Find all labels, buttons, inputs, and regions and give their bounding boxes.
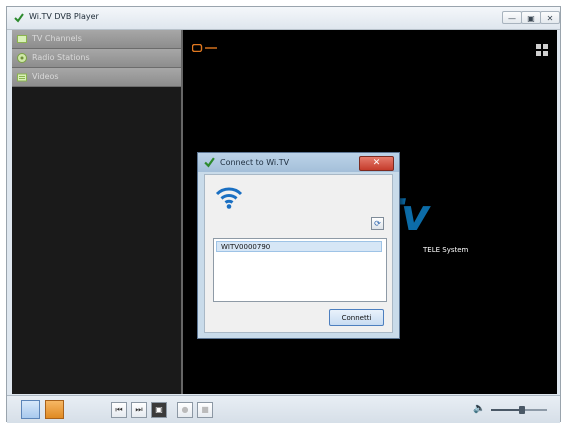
window-title: Wi.TV DVB Player — [29, 12, 99, 21]
dialog-title: Connect to Wi.TV — [220, 158, 290, 167]
connect-button[interactable]: Connetti — [329, 309, 384, 326]
close-button[interactable]: ✕ — [540, 11, 560, 24]
app-window: Wi.TV DVB Player — ▣ ✕ TV Channels Radio… — [6, 6, 561, 423]
wifi-icon — [215, 187, 243, 209]
sidebar-item-videos[interactable]: Videos — [12, 68, 181, 87]
telesystem-logo: TELE System — [423, 246, 469, 254]
record-indicator-icon — [192, 44, 217, 52]
record-button[interactable]: ● — [177, 402, 193, 418]
previous-button[interactable]: ⏮ — [111, 402, 127, 418]
sidebar-item-radio-stations[interactable]: Radio Stations — [12, 49, 181, 68]
dialog-body: ⟳ WITV0000790 Connetti — [204, 174, 393, 333]
tv-icon — [17, 35, 27, 43]
next-button[interactable]: ⏭ — [131, 402, 147, 418]
app-icon — [14, 13, 24, 23]
volume-slider[interactable] — [491, 406, 547, 414]
sidebar: TV Channels Radio Stations Videos — [12, 30, 183, 394]
dialog-close-button[interactable]: ✕ — [359, 156, 394, 171]
video-folder-icon — [17, 73, 27, 82]
epg-view-button[interactable] — [45, 400, 64, 419]
refresh-button[interactable]: ⟳ — [371, 217, 384, 230]
title-bar[interactable]: Wi.TV DVB Player — ▣ ✕ — [7, 7, 560, 30]
sidebar-item-tv-channels[interactable]: TV Channels — [12, 30, 181, 49]
sidebar-item-label: Radio Stations — [32, 53, 90, 62]
sidebar-item-label: Videos — [32, 72, 59, 81]
main-content: TV Channels Radio Stations Videos Tv TEL… — [12, 30, 557, 394]
snapshot-button[interactable]: ▣ — [151, 402, 167, 418]
volume-fill — [491, 409, 522, 411]
connect-dialog: Connect to Wi.TV ✕ ⟳ WITV0000790 Connett… — [197, 152, 400, 339]
playlist-view-button[interactable] — [21, 400, 40, 419]
bottom-toolbar: ⏮ ⏭ ▣ ● ■ 🔈 — [7, 395, 560, 423]
grid-view-icon[interactable] — [536, 44, 548, 56]
dialog-app-icon — [204, 157, 215, 168]
volume-icon[interactable]: 🔈 — [473, 403, 485, 414]
volume-knob[interactable] — [518, 406, 525, 414]
device-list[interactable]: WITV0000790 — [213, 238, 387, 302]
sidebar-item-label: TV Channels — [32, 34, 82, 43]
minimize-button[interactable]: — — [502, 11, 522, 24]
dialog-title-bar[interactable]: Connect to Wi.TV ✕ — [198, 153, 399, 172]
maximize-button[interactable]: ▣ — [521, 11, 541, 24]
stop-button[interactable]: ■ — [197, 402, 213, 418]
radio-icon — [17, 53, 27, 63]
list-item[interactable]: WITV0000790 — [216, 241, 382, 252]
